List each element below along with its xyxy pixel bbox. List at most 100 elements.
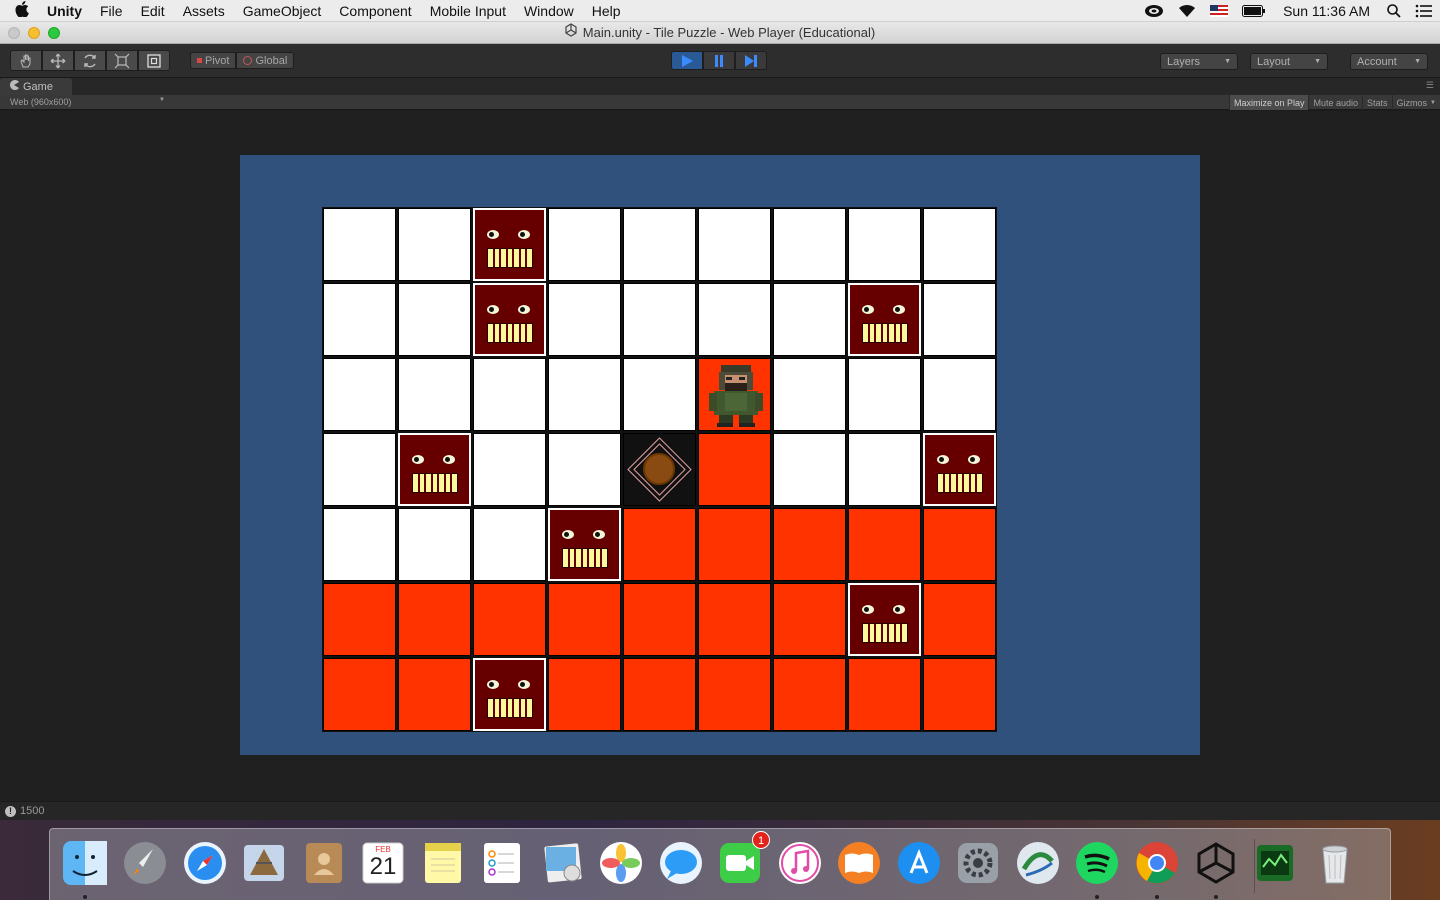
empty-tile[interactable] <box>848 358 921 431</box>
visited-tile[interactable] <box>698 508 771 581</box>
chrome-icon[interactable] <box>1131 837 1183 889</box>
play-button[interactable] <box>671 51 703 70</box>
monster-tile[interactable] <box>848 283 921 356</box>
messages-icon[interactable] <box>655 837 707 889</box>
menu-window[interactable]: Window <box>515 3 583 19</box>
empty-tile[interactable] <box>323 508 396 581</box>
wifi-icon[interactable] <box>1171 4 1203 18</box>
mail-icon[interactable] <box>238 837 290 889</box>
empty-tile[interactable] <box>623 283 696 356</box>
visited-tile[interactable] <box>923 658 996 731</box>
minimize-window-button[interactable] <box>28 27 40 39</box>
visited-tile[interactable] <box>548 658 621 731</box>
menu-help[interactable]: Help <box>583 3 630 19</box>
ibooks-icon[interactable] <box>833 837 885 889</box>
visited-tile[interactable] <box>923 583 996 656</box>
battery-icon[interactable] <box>1235 5 1273 17</box>
empty-tile[interactable] <box>473 433 546 506</box>
menu-mobile-input[interactable]: Mobile Input <box>421 3 515 19</box>
empty-tile[interactable] <box>773 358 846 431</box>
empty-tile[interactable] <box>398 283 471 356</box>
empty-tile[interactable] <box>773 208 846 281</box>
network-icon[interactable] <box>1012 837 1064 889</box>
monster-tile[interactable] <box>473 208 546 281</box>
empty-tile[interactable] <box>698 283 771 356</box>
monster-tile[interactable] <box>848 583 921 656</box>
visited-tile[interactable] <box>398 583 471 656</box>
notes-icon[interactable] <box>417 837 469 889</box>
spotlight-search-icon[interactable] <box>1380 4 1408 18</box>
empty-tile[interactable] <box>323 283 396 356</box>
empty-tile[interactable] <box>773 433 846 506</box>
launchpad-icon[interactable] <box>119 837 171 889</box>
visited-tile[interactable] <box>848 508 921 581</box>
stats-toggle[interactable]: Stats <box>1362 95 1392 110</box>
visited-tile[interactable] <box>323 583 396 656</box>
itunes-icon[interactable] <box>774 837 826 889</box>
apple-menu-icon[interactable] <box>0 0 38 21</box>
monster-tile[interactable] <box>923 433 996 506</box>
empty-tile[interactable] <box>548 433 621 506</box>
safari-icon[interactable] <box>179 837 231 889</box>
hand-tool-icon[interactable] <box>10 50 42 71</box>
account-dropdown[interactable]: Account ▼ <box>1350 53 1428 70</box>
reminders-icon[interactable] <box>476 837 528 889</box>
layers-dropdown[interactable]: Layers ▼ <box>1160 53 1238 70</box>
facetime-icon[interactable]: 1 <box>714 831 770 889</box>
maximize-on-play-toggle[interactable]: Maximize on Play <box>1228 95 1309 110</box>
layout-dropdown[interactable]: Layout ▼ <box>1250 53 1328 70</box>
visited-tile[interactable] <box>623 658 696 731</box>
pivot-button[interactable]: Pivot <box>190 52 237 69</box>
visited-tile[interactable] <box>623 508 696 581</box>
empty-tile[interactable] <box>548 358 621 431</box>
empty-tile[interactable] <box>323 358 396 431</box>
visited-tile[interactable] <box>473 583 546 656</box>
photos-icon[interactable] <box>595 837 647 889</box>
visited-tile[interactable] <box>548 583 621 656</box>
menu-app-unity[interactable]: Unity <box>38 3 91 19</box>
menu-assets[interactable]: Assets <box>174 3 234 19</box>
step-button[interactable] <box>735 51 767 70</box>
empty-tile[interactable] <box>848 208 921 281</box>
gizmos-dropdown[interactable]: Gizmos ▼ <box>1391 95 1440 110</box>
empty-tile[interactable] <box>923 283 996 356</box>
empty-tile[interactable] <box>548 283 621 356</box>
empty-tile[interactable] <box>323 208 396 281</box>
empty-tile[interactable] <box>623 208 696 281</box>
visited-tile[interactable] <box>323 658 396 731</box>
empty-tile[interactable] <box>923 208 996 281</box>
move-tool-icon[interactable] <box>42 50 74 71</box>
finder-icon[interactable] <box>59 837 111 889</box>
monster-tile[interactable] <box>473 283 546 356</box>
monster-tile[interactable] <box>548 508 621 581</box>
visited-tile[interactable] <box>773 658 846 731</box>
monster-tile[interactable] <box>398 433 471 506</box>
visited-tile[interactable] <box>773 508 846 581</box>
spotify-icon[interactable] <box>1071 837 1123 889</box>
empty-tile[interactable] <box>323 433 396 506</box>
us-flag-icon[interactable] <box>1203 5 1235 17</box>
visited-tile[interactable] <box>848 658 921 731</box>
empty-tile[interactable] <box>473 358 546 431</box>
goal-tile[interactable] <box>623 433 696 506</box>
menu-edit[interactable]: Edit <box>132 3 174 19</box>
empty-tile[interactable] <box>923 358 996 431</box>
player-tile[interactable] <box>698 358 771 431</box>
monster-tile[interactable] <box>473 658 546 731</box>
rotate-tool-icon[interactable] <box>74 50 106 71</box>
mute-audio-toggle[interactable]: Mute audio <box>1308 95 1362 110</box>
system-preferences-icon[interactable] <box>952 837 1004 889</box>
visited-tile[interactable] <box>773 583 846 656</box>
empty-tile[interactable] <box>623 358 696 431</box>
visited-tile[interactable] <box>698 583 771 656</box>
empty-tile[interactable] <box>398 508 471 581</box>
notification-center-icon[interactable] <box>1408 4 1440 18</box>
empty-tile[interactable] <box>698 208 771 281</box>
menu-gameobject[interactable]: GameObject <box>234 3 331 19</box>
scale-tool-icon[interactable] <box>106 50 138 71</box>
clock[interactable]: Sun 11:36 AM <box>1273 3 1380 19</box>
visited-tile[interactable] <box>698 658 771 731</box>
visited-tile[interactable] <box>398 658 471 731</box>
empty-tile[interactable] <box>398 358 471 431</box>
menu-file[interactable]: File <box>91 3 132 19</box>
